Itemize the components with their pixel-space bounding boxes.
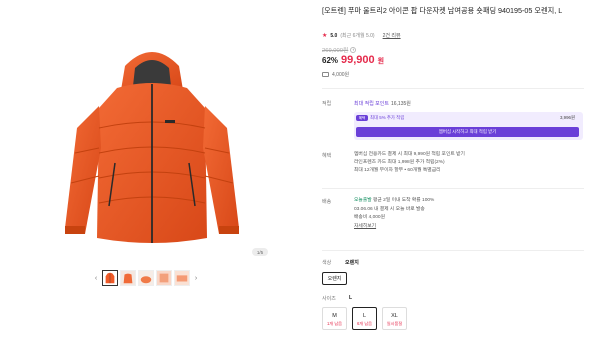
size-name: L (362, 313, 367, 319)
size-option-m[interactable]: M 1개 남음 (322, 307, 347, 330)
delivery-cutoff: 03.06.06 내 결제 시 오늘 바로 발송 (354, 206, 425, 212)
rating-row: ★ 5.0 (최근 6개월 5.0) 2건 리뷰 (322, 32, 401, 40)
sale-price-row: 62% 99,900 원 (322, 54, 384, 66)
membership-start-button[interactable]: 멤버십 시작하고 최대 적립 받기 (356, 127, 579, 137)
thumbnail-4[interactable] (156, 270, 172, 286)
thumbnail-3[interactable] (138, 270, 154, 286)
size-option-xl[interactable]: XL 일시품절 (382, 307, 407, 330)
benefits-label: 혜택 (322, 153, 332, 159)
thumbnail-5[interactable] (174, 270, 190, 286)
sale-price: 99,900 (341, 54, 375, 66)
membership-point-box: 혜택 최대 5% 추가 적립 3,996원 멤버십 시작하고 최대 적립 받기 (354, 112, 583, 140)
info-icon[interactable]: i (350, 46, 357, 53)
product-title: [오트렌] 푸마 울트리2 아이콘 팝 다운자켓 남여공용 숏패딩 940195… (322, 6, 563, 15)
color-selected-value: 오렌지 (345, 260, 359, 266)
product-gallery: 1/5 ‹ › (0, 0, 300, 339)
divider (322, 188, 584, 189)
extra-points-text: 최대 5% 추가 적립 (370, 115, 405, 120)
thumbnail-2[interactable] (120, 270, 136, 286)
truck-icon (322, 72, 329, 77)
delivery-fee: 배송비 4,000원 (354, 215, 385, 220)
max-points-value: 16,135원 (390, 101, 411, 107)
size-name: M (332, 313, 337, 319)
size-label: 사이즈 (322, 296, 336, 302)
shipping-row: 4,000원 (322, 71, 349, 78)
currency-unit: 원 (377, 58, 385, 65)
max-points-line: 최대 적립 포인트 16,135원 (354, 100, 411, 107)
delivery-headline: 오늘출발 평균 2일 이내 도착 확률 100% (354, 197, 434, 206)
review-link[interactable]: 2건 리뷰 (383, 32, 401, 39)
image-counter: 1/5 (252, 248, 268, 256)
benefit-badge: 혜택 (356, 115, 368, 121)
benefit-line[interactable]: 최대 12개월 무이자 할부 • 60개월 특별금리 (354, 167, 465, 175)
benefits-list: 멤버십 전용카드 결제 시 최대 9,990원 적립 포인트 받기 라인프렌즈 … (354, 151, 465, 175)
delivery-more-link[interactable]: 자세히보기 (354, 223, 434, 232)
star-icon: ★ (322, 33, 328, 39)
thumb-next-arrow[interactable]: › (192, 270, 200, 286)
rating-note: (최근 6개월 5.0) (340, 33, 375, 39)
delivery-probability: 평균 2일 이내 도착 확률 100% (373, 198, 435, 203)
color-option-orange[interactable]: 오렌지 (322, 272, 347, 285)
size-stock: 1개 남음 (326, 321, 343, 326)
delivery-label: 배송 (322, 199, 332, 205)
divider (322, 88, 584, 89)
benefit-line[interactable]: 멤버십 전용카드 결제 시 최대 9,990원 적립 포인트 받기 (354, 151, 465, 159)
thumb-prev-arrow[interactable]: ‹ (92, 270, 100, 286)
delivery-info: 오늘출발 평균 2일 이내 도착 확률 100% 03.06.06 내 결제 시… (354, 197, 434, 231)
benefit-line[interactable]: 라인프렌즈 카드 최대 1,998원 추가 적립(2%) (354, 159, 465, 167)
original-price-row: 269,000원 i (322, 45, 357, 54)
thumbnail-1[interactable] (102, 270, 118, 286)
original-price: 269,000원 (322, 48, 349, 54)
thumbnail-strip: ‹ › (92, 270, 200, 286)
product-main-image[interactable] (55, 38, 250, 253)
size-stock: 6개 남음 (356, 321, 373, 326)
size-selected-value: L (349, 295, 353, 301)
max-points-prefix: 최대 적립 포인트 (354, 101, 389, 107)
today-shipping-tag: 오늘출발 (354, 198, 372, 203)
points-label: 적립 (322, 101, 332, 107)
color-label: 색상 (322, 260, 332, 266)
jacket-image (65, 52, 239, 243)
extra-points-value: 3,996원 (559, 115, 575, 120)
discount-rate: 62% (322, 56, 339, 65)
shipping-fee: 4,000원 (332, 72, 350, 78)
size-name: XL (391, 313, 398, 319)
size-stock: 일시품절 (386, 321, 403, 326)
product-info-panel: [오트렌] 푸마 울트리2 아이콘 팝 다운자켓 남여공용 숏패딩 940195… (311, 0, 600, 339)
size-option-l[interactable]: L 6개 남음 (352, 307, 377, 330)
divider (322, 250, 584, 251)
rating-score: 5.0 (330, 32, 338, 39)
